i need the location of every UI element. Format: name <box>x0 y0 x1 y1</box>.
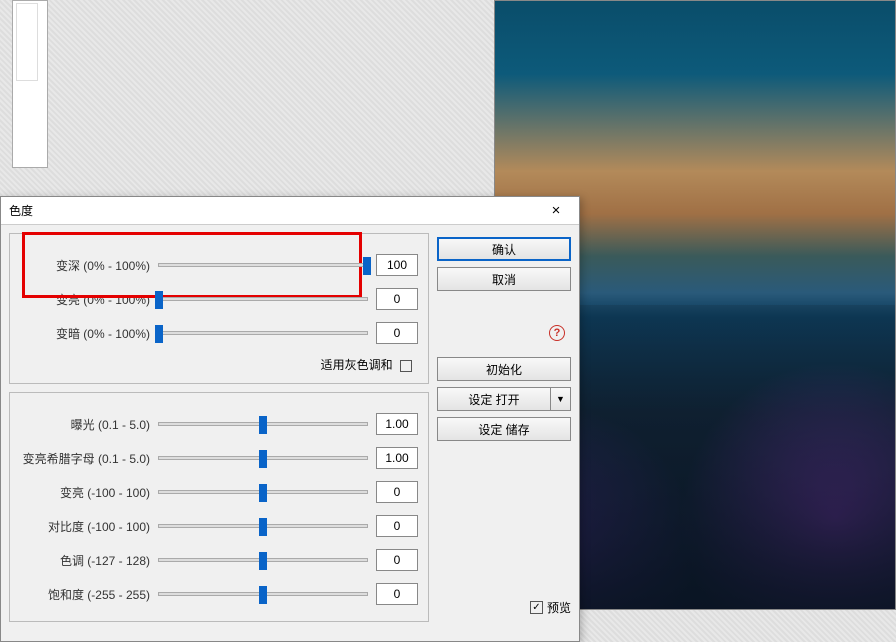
open-preset-button[interactable]: 设定 打开 <box>437 387 551 411</box>
preview-checkbox[interactable]: ✓ <box>530 601 543 614</box>
workspace-background: 色度 × 变深 (0% - 100%) 100 变亮 (0% - 100%) <box>0 0 896 642</box>
slider-thumb[interactable] <box>259 416 267 434</box>
save-preset-button[interactable]: 设定 储存 <box>437 417 571 441</box>
slider-value-input[interactable]: 0 <box>376 481 418 503</box>
thumbnail[interactable] <box>16 3 38 81</box>
slider-value-input[interactable]: 0 <box>376 288 418 310</box>
preview-checkbox-row: ✓ 预览 <box>437 599 571 622</box>
slider-label: 曝光 (0.1 - 5.0) <box>20 416 150 433</box>
slider-thumb[interactable] <box>259 552 267 570</box>
slider-label: 变深 (0% - 100%) <box>20 257 150 274</box>
dialog-titlebar[interactable]: 色度 × <box>1 197 579 225</box>
slider-row-darker: 变深 (0% - 100%) 100 <box>20 248 418 282</box>
slider-track[interactable] <box>158 558 368 562</box>
slider-track[interactable] <box>158 422 368 426</box>
slider-label: 变亮 (0% - 100%) <box>20 291 150 308</box>
slider-track[interactable] <box>158 592 368 596</box>
slider-value-input[interactable]: 1.00 <box>376 447 418 469</box>
slider-value-input[interactable]: 0 <box>376 549 418 571</box>
slider-row-contrast: 对比度 (-100 - 100) 0 <box>20 509 418 543</box>
slider-row-dimmer: 变暗 (0% - 100%) 0 <box>20 316 418 350</box>
slider-row-brightness: 变亮 (-100 - 100) 0 <box>20 475 418 509</box>
grayscale-label: 适用灰色调和 <box>321 358 393 372</box>
slider-track[interactable] <box>158 490 368 494</box>
reset-button[interactable]: 初始化 <box>437 357 571 381</box>
top-sliders-panel: 变深 (0% - 100%) 100 变亮 (0% - 100%) 0 <box>9 233 429 384</box>
dialog-title: 色度 <box>9 202 33 219</box>
slider-value-input[interactable]: 0 <box>376 583 418 605</box>
grayscale-row: 适用灰色调和 <box>20 350 418 373</box>
open-preset-dropdown-icon[interactable]: ▼ <box>551 387 571 411</box>
slider-track[interactable] <box>158 456 368 460</box>
slider-value-input[interactable]: 0 <box>376 515 418 537</box>
preview-label: 预览 <box>547 599 571 616</box>
slider-thumb[interactable] <box>155 325 163 343</box>
slider-label: 变亮希腊字母 (0.1 - 5.0) <box>20 450 150 467</box>
slider-label: 对比度 (-100 - 100) <box>20 518 150 535</box>
slider-track[interactable] <box>158 263 368 267</box>
slider-label: 变亮 (-100 - 100) <box>20 484 150 501</box>
slider-row-saturation: 饱和度 (-255 - 255) 0 <box>20 577 418 611</box>
slider-track[interactable] <box>158 297 368 301</box>
slider-track[interactable] <box>158 331 368 335</box>
slider-label: 变暗 (0% - 100%) <box>20 325 150 342</box>
grayscale-checkbox[interactable] <box>400 360 412 372</box>
slider-value-input[interactable]: 1.00 <box>376 413 418 435</box>
sidebar-thumbnail-panel <box>12 0 48 168</box>
close-icon[interactable]: × <box>541 200 571 222</box>
slider-track[interactable] <box>158 524 368 528</box>
slider-label: 色调 (-127 - 128) <box>20 552 150 569</box>
slider-label: 饱和度 (-255 - 255) <box>20 586 150 603</box>
slider-thumb[interactable] <box>259 586 267 604</box>
slider-thumb[interactable] <box>259 450 267 468</box>
slider-thumb[interactable] <box>259 518 267 536</box>
help-icon[interactable]: ? <box>549 325 565 341</box>
dialog-button-column: 确认 取消 ? 初始化 设定 打开 ▼ 设定 储存 ✓ 预览 <box>437 233 571 622</box>
cancel-button[interactable]: 取消 <box>437 267 571 291</box>
slider-row-exposure: 曝光 (0.1 - 5.0) 1.00 <box>20 407 418 441</box>
slider-thumb[interactable] <box>363 257 371 275</box>
slider-value-input[interactable]: 0 <box>376 322 418 344</box>
ok-button[interactable]: 确认 <box>437 237 571 261</box>
slider-row-hue: 色调 (-127 - 128) 0 <box>20 543 418 577</box>
slider-row-gamma: 变亮希腊字母 (0.1 - 5.0) 1.00 <box>20 441 418 475</box>
slider-row-lighter: 变亮 (0% - 100%) 0 <box>20 282 418 316</box>
tone-dialog: 色度 × 变深 (0% - 100%) 100 变亮 (0% - 100%) <box>0 196 580 642</box>
slider-thumb[interactable] <box>259 484 267 502</box>
bottom-sliders-panel: 曝光 (0.1 - 5.0) 1.00 变亮希腊字母 (0.1 - 5.0) 1… <box>9 392 429 622</box>
slider-thumb[interactable] <box>155 291 163 309</box>
slider-value-input[interactable]: 100 <box>376 254 418 276</box>
